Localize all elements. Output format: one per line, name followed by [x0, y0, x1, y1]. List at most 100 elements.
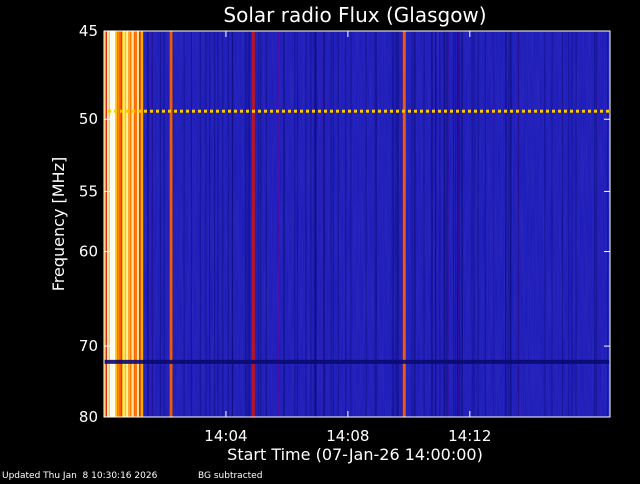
rfi-dot [600, 109, 603, 113]
rfi-dot [246, 109, 249, 113]
rfi-dot [576, 109, 579, 113]
spectrogram-chart: Solar radio Flux (Glasgow) 455055607080 … [2, 3, 611, 481]
rfi-dot [168, 109, 171, 113]
rfi-dot [288, 109, 291, 113]
rfi-dot [402, 109, 405, 113]
rfi-dot [162, 109, 165, 113]
rfi-dot [540, 109, 543, 113]
burst-core [110, 31, 115, 417]
plot-area [104, 31, 610, 417]
rfi-dot [546, 109, 549, 113]
rfi-dot [408, 109, 411, 113]
rfi-dot [426, 109, 429, 113]
rfi-dot [276, 109, 279, 113]
rfi-dot [564, 109, 567, 113]
rfi-dot [192, 109, 195, 113]
rfi-dot [318, 109, 321, 113]
rfi-dot [330, 109, 333, 113]
rfi-dot [498, 109, 501, 113]
rfi-dot [198, 109, 201, 113]
rfi-dot [312, 109, 315, 113]
rfi-dot [396, 109, 399, 113]
y-tick-label: 45 [79, 22, 98, 40]
y-tick-label: 50 [79, 110, 98, 128]
y-tick-label: 70 [79, 337, 98, 355]
rfi-dot [228, 109, 231, 113]
rfi-dot [306, 109, 309, 113]
rfi-dot [258, 109, 261, 113]
x-tick-label: 14:04 [204, 427, 247, 445]
rfi-dot [534, 109, 537, 113]
rfi-dot [414, 109, 417, 113]
plot-noise-texture [104, 31, 610, 417]
rfi-dot [588, 109, 591, 113]
rfi-dot [366, 109, 369, 113]
rfi-dot [210, 109, 213, 113]
rfi-dot [378, 109, 381, 113]
rfi-dot [480, 109, 483, 113]
rfi-dot [342, 109, 345, 113]
y-tick-label: 55 [79, 182, 98, 200]
rfi-dot [456, 109, 459, 113]
rfi-dot [294, 109, 297, 113]
burst-line [169, 31, 173, 417]
rfi-dot [120, 109, 123, 113]
rfi-dot [156, 109, 159, 113]
rfi-dot [144, 109, 147, 113]
rfi-dot [336, 109, 339, 113]
rfi-dot [240, 109, 243, 113]
rfi-dot [450, 109, 453, 113]
rfi-dot [384, 109, 387, 113]
rfi-dot [462, 109, 465, 113]
rfi-dot [360, 109, 363, 113]
rfi-dot [606, 109, 609, 113]
y-tick-label: 80 [79, 408, 98, 426]
rfi-dot [354, 109, 357, 113]
footer-note: BG subtracted [198, 471, 262, 480]
rfi-dot [324, 109, 327, 113]
y-axis-label: Frequency [MHz] [49, 157, 68, 291]
rfi-dot [300, 109, 303, 113]
rfi-dot [114, 109, 117, 113]
rfi-dot [108, 109, 111, 113]
rfi-dot [468, 109, 471, 113]
rfi-dot [582, 109, 585, 113]
rfi-dot [204, 109, 207, 113]
rfi-dot [270, 109, 273, 113]
rfi-dot [492, 109, 495, 113]
x-tick-label: 14:12 [448, 427, 491, 445]
rfi-dot [132, 109, 135, 113]
burst-line [402, 31, 406, 417]
rfi-dot [222, 109, 225, 113]
rfi-dot [504, 109, 507, 113]
rfi-dot [528, 109, 531, 113]
rfi-dot [138, 109, 141, 113]
rfi-dot [474, 109, 477, 113]
y-tick-label: 60 [79, 243, 98, 261]
rfi-dot [570, 109, 573, 113]
rfi-dot [216, 109, 219, 113]
rfi-dot [264, 109, 267, 113]
burst-line [251, 31, 255, 417]
rfi-dot [348, 109, 351, 113]
horizontal-band [104, 359, 610, 364]
rfi-dot [594, 109, 597, 113]
rfi-dot [126, 109, 129, 113]
rfi-dot [522, 109, 525, 113]
rfi-dot [558, 109, 561, 113]
rfi-dot [510, 109, 513, 113]
rfi-dot [438, 109, 441, 113]
rfi-dot [186, 109, 189, 113]
rfi-dot [252, 109, 255, 113]
rfi-dot [234, 109, 237, 113]
rfi-dot [432, 109, 435, 113]
chart-title: Solar radio Flux (Glasgow) [223, 3, 486, 27]
x-axis-label: Start Time (07-Jan-26 14:00:00) [227, 445, 483, 464]
rfi-dot [390, 109, 393, 113]
rfi-dot [486, 109, 489, 113]
rfi-dot [150, 109, 153, 113]
rfi-dot [420, 109, 423, 113]
footer-updated: Updated Thu Jan 8 10:30:16 2026 [2, 471, 158, 480]
rfi-dot [372, 109, 375, 113]
rfi-dot [516, 109, 519, 113]
